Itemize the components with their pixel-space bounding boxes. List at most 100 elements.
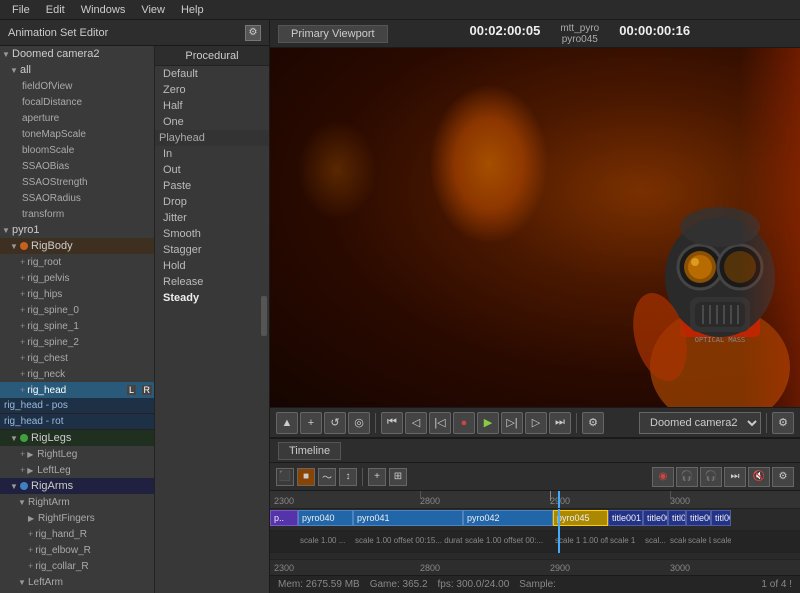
clip-titl005[interactable]: titl005 [711,510,731,526]
tree-item-rigbody[interactable]: ▼ RigBody [0,238,154,254]
rig-head-rot-row[interactable]: rig_head - rot [0,414,154,430]
tree-item-ssaoradius[interactable]: SSAORadius [0,190,154,206]
tl-btn-arrows[interactable]: ↕ [339,468,357,486]
tree-item-rig-head[interactable]: + rig_head L R [0,382,154,398]
tl-btn-orange[interactable]: ■ [297,468,315,486]
vc-plus-btn[interactable]: + [300,412,322,434]
vc-skip-back[interactable]: ⏮ [381,412,403,434]
vc-settings[interactable]: ⚙ [582,412,604,434]
camera-select[interactable]: Doomed camera2 [639,412,761,434]
rig-head-pos-row[interactable]: rig_head - pos [0,398,154,414]
tree-item-fieldofview[interactable]: fieldOfView [0,78,154,94]
menu-windows[interactable]: Windows [73,2,134,18]
proc-zero[interactable]: Zero [155,82,269,98]
tree-item-rig-hips[interactable]: + rig_hips [0,286,154,302]
proc-in[interactable]: In [155,146,269,162]
tree-item-rightfingers[interactable]: ▶ RightFingers [0,510,154,526]
tree-label: LeftArm [28,577,63,588]
tl-skip-end-btn[interactable]: ⏭ [724,467,746,487]
clip-p[interactable]: p.. [270,510,298,526]
tl-settings-btn[interactable]: ⚙ [772,467,794,487]
clip-title002[interactable]: title002 [643,510,668,526]
menu-help[interactable]: Help [173,2,212,18]
clip-pyro042[interactable]: pyro042 [463,510,553,526]
vc-arrow-btn[interactable]: ▲ [276,412,298,434]
vc-circle-btn[interactable]: ◎ [348,412,370,434]
tl-btn-wave[interactable]: 〜 [318,468,336,486]
vc-prev-frame[interactable]: ◁ [405,412,427,434]
tree-item-all[interactable]: ▼ all [0,62,154,78]
vc-go-end[interactable]: ▷| [501,412,523,434]
tree-item-focaldistance[interactable]: focalDistance [0,94,154,110]
tl-btn-add[interactable]: + [368,468,386,486]
proc-paste[interactable]: Paste [155,178,269,194]
proc-steady[interactable]: Steady [155,290,269,306]
vc-go-start[interactable]: |◁ [429,412,451,434]
tree-item-ssaostrength[interactable]: SSAOStrength [0,174,154,190]
menu-edit[interactable]: Edit [38,2,73,18]
tl-btn-grid[interactable]: ⊞ [389,468,407,486]
tree-item-pyro1[interactable]: ▼ pyro1 [0,222,154,238]
proc-drop[interactable]: Drop [155,194,269,210]
tree-item-doomed-camera[interactable]: ▼ Doomed camera2 [0,46,154,62]
clip-pyro040[interactable]: pyro040 [298,510,353,526]
tree-item-leftleg[interactable]: + ▶ LeftLeg [0,462,154,478]
tl-record-btn[interactable]: ◉ [652,467,674,487]
vc-play[interactable]: ▶ [477,412,499,434]
anim-editor-settings-button[interactable]: ⚙ [245,25,261,41]
menu-file[interactable]: File [4,2,38,18]
tree-item-aperture[interactable]: aperture [0,110,154,126]
timeline-tab[interactable]: Timeline [278,442,341,460]
clip-titl0[interactable]: titl0.. [668,510,686,526]
tree-item-riglegs[interactable]: ▼ RigLegs [0,430,154,446]
proc-out[interactable]: Out [155,162,269,178]
clip-title004[interactable]: title004 [686,510,711,526]
proc-jitter[interactable]: Jitter [155,210,269,226]
ruler-mark-3000: 3000 [670,496,690,506]
proc-release[interactable]: Release [155,274,269,290]
tree-item-bloomscale[interactable]: bloomScale [0,142,154,158]
tree-item-rig-root[interactable]: + rig_root [0,254,154,270]
tree-item-rig-spine1[interactable]: + rig_spine_1 [0,318,154,334]
tree-item-rig-neck[interactable]: + rig_neck [0,366,154,382]
proc-hold[interactable]: Hold [155,258,269,274]
proc-half[interactable]: Half [155,98,269,114]
vc-next-frame[interactable]: ▷ [525,412,547,434]
tree-item-rig-spine0[interactable]: + rig_spine_0 [0,302,154,318]
proc-one[interactable]: One [155,114,269,130]
tree-item-rig-pelvis[interactable]: + rig_pelvis [0,270,154,286]
tree-item-rig-spine2[interactable]: + rig_spine_2 [0,334,154,350]
vc-skip-fwd[interactable]: ⏭ [549,412,571,434]
tree-item-rig-chest[interactable]: + rig_chest [0,350,154,366]
clip-pyro045[interactable]: pyro045 [553,510,608,526]
plus-icon: + [20,305,25,315]
tree-item-rig-elbow-r[interactable]: + rig_elbow_R [0,542,154,558]
proc-smooth[interactable]: Smooth [155,226,269,242]
tree-item-transform[interactable]: transform [0,206,154,222]
clip-pyro041[interactable]: pyro041 [353,510,463,526]
vc-record[interactable]: ● [453,412,475,434]
viewport-tab[interactable]: Primary Viewport [278,25,388,43]
tree-item-rig-collar-r[interactable]: + rig_collar_R [0,558,154,574]
menu-view[interactable]: View [133,2,173,18]
tree-item-rightleg[interactable]: + ▶ RightLeg [0,446,154,462]
vc-refresh-btn[interactable]: ↺ [324,412,346,434]
vc-viewport-settings[interactable]: ⚙ [772,412,794,434]
proc-default[interactable]: Default [155,66,269,82]
tree-item-rigarms[interactable]: ▼ RigArms [0,478,154,494]
tl-headphone-btn[interactable]: 🎧 [676,467,698,487]
camera-name: pyro045 [562,34,598,45]
rigbody-dot [20,242,28,250]
tl-btn-square[interactable]: ⬛ [276,468,294,486]
tree-item-tonemapscale[interactable]: toneMapScale [0,126,154,142]
proc-scrollbar[interactable] [261,296,267,336]
tree-item-leftarm[interactable]: ▼ LeftArm [0,574,154,590]
tree-item-rig-hand-r[interactable]: + rig_hand_R [0,526,154,542]
tl-mute-btn[interactable]: 🔇 [748,467,770,487]
tree-item-ssaobias[interactable]: SSAOBias [0,158,154,174]
tl-headphone2-btn[interactable]: 🎧 [700,467,722,487]
procedural-tab-label[interactable]: Procedural [185,50,238,62]
proc-stagger[interactable]: Stagger [155,242,269,258]
tree-item-rightarm[interactable]: ▼ RightArm [0,494,154,510]
clip-title001[interactable]: title001 [608,510,643,526]
